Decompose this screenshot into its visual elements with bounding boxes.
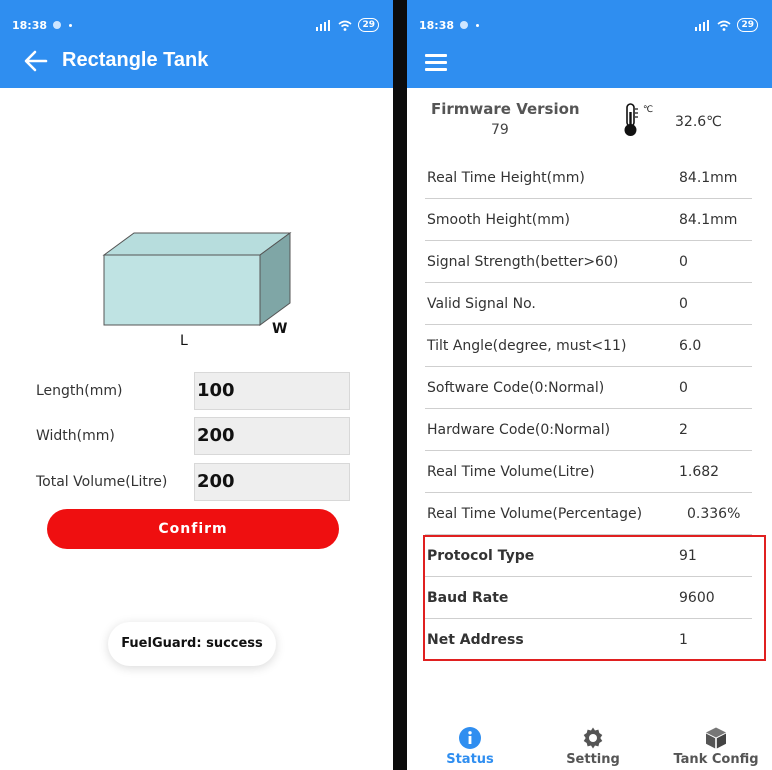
status-time: 18:38 <box>419 18 455 32</box>
status-row-valid-signal: Valid Signal No. 0 <box>425 283 752 325</box>
thermometer-icon: ℃ <box>624 103 653 136</box>
status-key: Tilt Angle(degree, must<11) <box>427 338 627 354</box>
length-label-text: Length(mm) <box>36 383 123 399</box>
tab-tank-config-label: Tank Config <box>673 752 759 767</box>
status-key: Net Address <box>427 632 524 648</box>
status-value: 0.336% <box>687 506 741 522</box>
notification-icon <box>460 21 469 29</box>
status-row-protocol-type: Protocol Type 91 <box>425 535 752 577</box>
status-value: 0 <box>679 254 688 270</box>
status-row-signal-strength: Signal Strength(better>60) 0 <box>425 241 752 283</box>
status-key: Real Time Volume(Percentage) <box>427 506 643 522</box>
status-key: Hardware Code(0:Normal) <box>427 422 611 438</box>
confirm-button[interactable]: Confirm <box>47 509 339 549</box>
status-key: Valid Signal No. <box>427 296 536 312</box>
success-toast: FuelGuard: success <box>108 622 276 666</box>
status-row-real-time-height: Real Time Height(mm) 84.1mm <box>425 157 752 199</box>
battery-indicator: 29 <box>737 18 758 32</box>
battery-indicator: 29 <box>358 18 379 32</box>
tank-diagram: L W <box>102 232 292 349</box>
status-key: Software Code(0:Normal) <box>427 380 605 396</box>
length-row: Length(mm) 100 <box>36 372 350 410</box>
signal-icon <box>316 19 331 31</box>
tab-setting-label: Setting <box>566 752 620 767</box>
status-row-hardware-code: Hardware Code(0:Normal) 2 <box>425 409 752 451</box>
bottom-tab-bar: Status Setting Tank Config <box>407 718 772 770</box>
width-input[interactable]: 200 <box>194 417 350 455</box>
status-bar: 18:38 29 <box>419 16 758 34</box>
width-row: Width(mm) 200 <box>36 417 350 455</box>
status-value: 0 <box>679 296 688 312</box>
status-value: 6.0 <box>679 338 702 354</box>
status-value: 91 <box>679 548 697 564</box>
status-value: 2 <box>679 422 688 438</box>
status-value: 9600 <box>679 590 715 606</box>
status-value: 1 <box>679 632 688 648</box>
rectangle-tank-screen: 18:38 29 Rectangle Tank L W Length(mm) 1… <box>0 0 393 770</box>
tab-setting[interactable]: Setting <box>543 726 643 767</box>
status-value: 84.1mm <box>679 212 738 228</box>
total-volume-input[interactable]: 200 <box>194 463 350 501</box>
length-label: L <box>180 333 188 349</box>
more-notifications-icon <box>476 23 480 27</box>
status-value: 1.682 <box>679 464 720 480</box>
more-notifications-icon <box>69 23 73 27</box>
status-time: 18:38 <box>12 18 48 32</box>
info-icon <box>459 727 481 749</box>
status-key: Smooth Height(mm) <box>427 212 570 228</box>
status-value: 0 <box>679 380 688 396</box>
cube-icon <box>706 727 726 749</box>
status-key: Real Time Height(mm) <box>427 170 585 186</box>
status-value: 84.1mm <box>679 170 738 186</box>
tab-status[interactable]: Status <box>420 726 520 767</box>
gear-icon <box>583 727 603 749</box>
tab-status-label: Status <box>446 752 494 767</box>
status-row-real-time-volume: Real Time Volume(Litre) 1.682 <box>425 451 752 493</box>
status-row-smooth-height: Smooth Height(mm) 84.1mm <box>425 199 752 241</box>
temperature-value: 32.6℃ <box>675 114 722 130</box>
notification-icon <box>53 21 62 29</box>
status-row-baud-rate: Baud Rate 9600 <box>425 577 752 619</box>
status-row-volume-percentage: Real Time Volume(Percentage) 0.336% <box>425 493 752 535</box>
app-bar: 18:38 29 <box>407 0 772 88</box>
status-key: Baud Rate <box>427 590 509 606</box>
signal-icon <box>695 19 710 31</box>
status-row-net-address: Net Address 1 <box>425 619 752 661</box>
status-key: Protocol Type <box>427 548 535 564</box>
wifi-icon <box>717 20 731 31</box>
status-screen: 18:38 29 Firmware Version 79 ℃ 32.6℃ Rea… <box>407 0 772 770</box>
back-arrow-icon[interactable] <box>24 50 48 72</box>
page-title: Rectangle Tank <box>62 49 209 71</box>
wifi-icon <box>338 20 352 31</box>
status-bar: 18:38 29 <box>12 16 379 34</box>
total-volume-row: Total Volume(Litre) 200 <box>36 463 350 501</box>
width-label: W <box>272 321 287 337</box>
svg-text:℃: ℃ <box>643 105 653 115</box>
screen-divider <box>393 0 407 770</box>
length-input[interactable]: 100 <box>194 372 350 410</box>
tab-tank-config[interactable]: Tank Config <box>661 726 771 767</box>
firmware-version-label: Firmware Version <box>431 100 580 118</box>
status-key: Signal Strength(better>60) <box>427 254 619 270</box>
status-row-tilt-angle: Tilt Angle(degree, must<11) 6.0 <box>425 325 752 367</box>
status-key: Real Time Volume(Litre) <box>427 464 595 480</box>
menu-icon[interactable] <box>425 54 447 71</box>
app-bar: 18:38 29 Rectangle Tank <box>0 0 393 88</box>
firmware-version-value: 79 <box>491 122 509 138</box>
status-row-software-code: Software Code(0:Normal) 0 <box>425 367 752 409</box>
total-volume-label-text: Total Volume(Litre) <box>36 474 168 490</box>
width-label-text: Width(mm) <box>36 428 115 444</box>
